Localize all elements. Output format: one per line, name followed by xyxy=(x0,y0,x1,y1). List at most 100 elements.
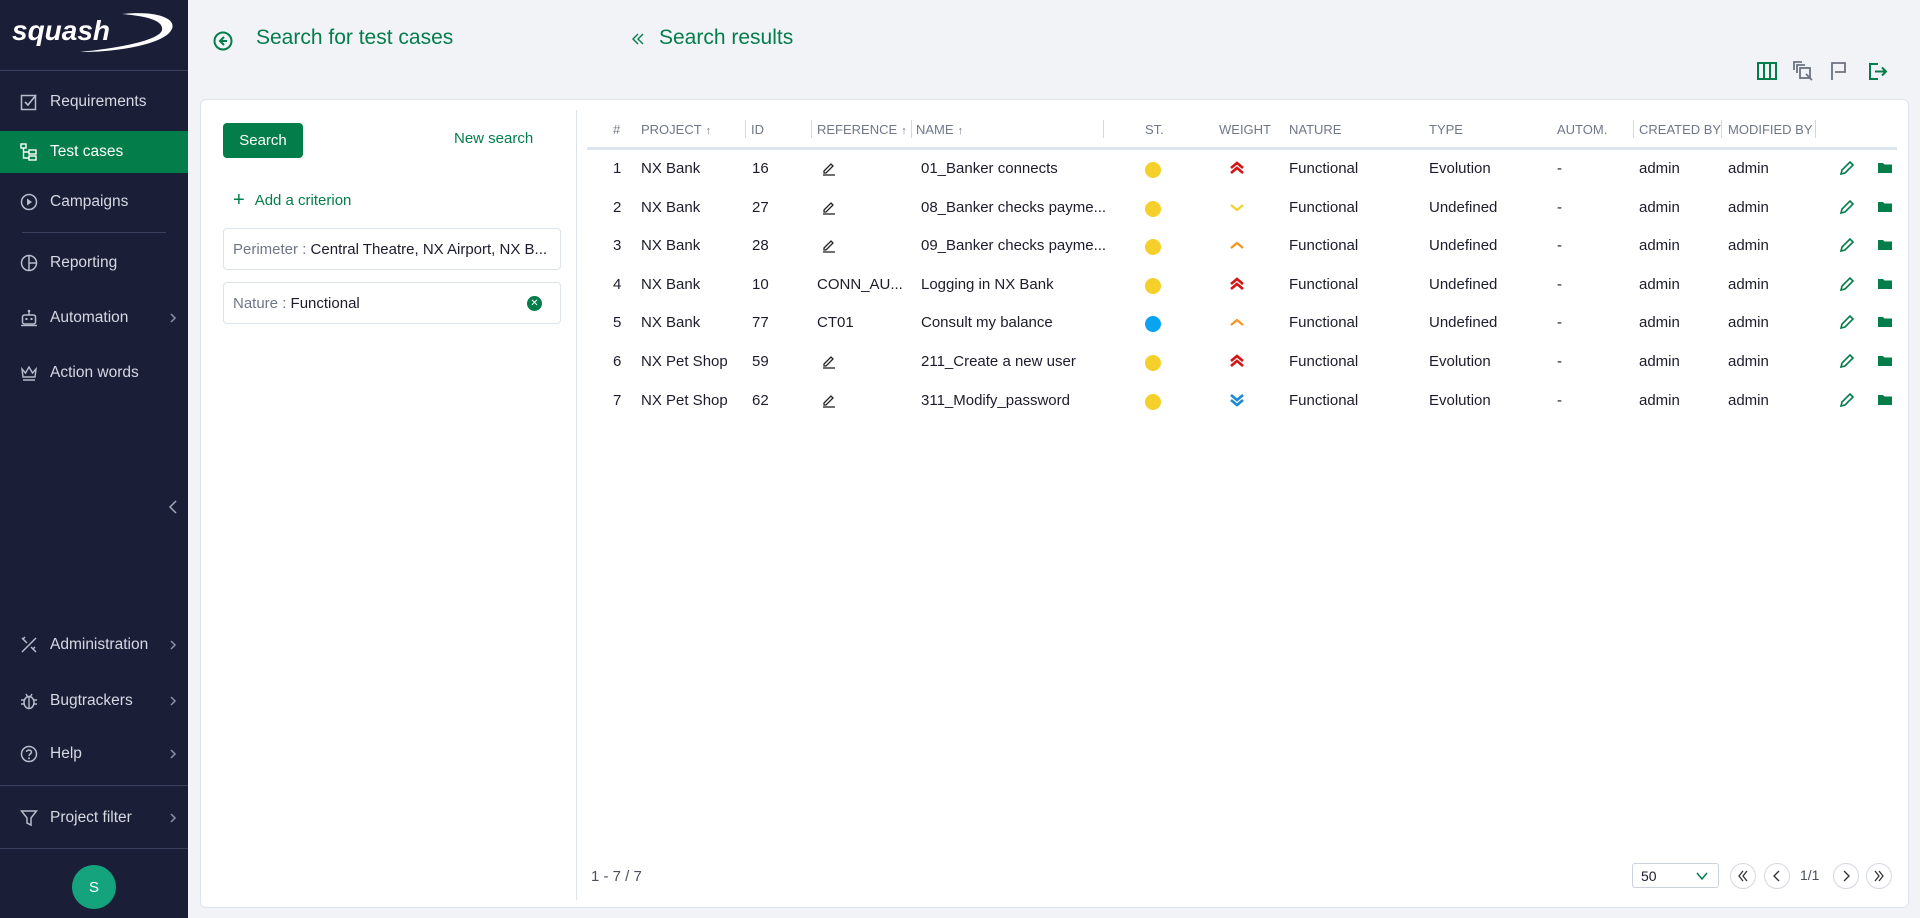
edit-icon[interactable] xyxy=(1839,392,1855,408)
sidebar-item-automation[interactable]: Automation xyxy=(0,297,188,339)
sidebar: squash Requirements Test cases Campaigns… xyxy=(0,0,188,918)
criterion-perimeter[interactable]: Perimeter : Central Theatre, NX Airport,… xyxy=(223,228,561,270)
folder-icon[interactable] xyxy=(1877,237,1893,253)
criterion-key: Nature xyxy=(233,294,279,312)
add-criterion-button[interactable]: + Add a criterion xyxy=(233,190,351,210)
criterion-nature[interactable]: Nature : Functional ✕ xyxy=(223,282,561,324)
col-header-index: # xyxy=(613,122,621,137)
table-row[interactable]: 6 NX Pet Shop 59 211_Create a new user F… xyxy=(587,343,1897,382)
cell-project: NX Pet Shop xyxy=(641,352,728,370)
table-row[interactable]: 4 NX Bank 10 CONN_AU... Logging in NX Ba… xyxy=(587,266,1897,305)
column-resizer[interactable] xyxy=(811,120,812,138)
col-header-name[interactable]: NAME ↑ xyxy=(916,122,963,137)
next-page-button[interactable] xyxy=(1833,863,1859,889)
sidebar-item-action-words[interactable]: Action words xyxy=(0,352,188,394)
previous-page-button[interactable] xyxy=(1764,863,1790,889)
sort-asc-icon: ↑ xyxy=(901,125,907,137)
new-search-link[interactable]: New search xyxy=(454,130,533,147)
double-chevron-left-icon[interactable] xyxy=(631,31,645,47)
search-button[interactable]: Search xyxy=(223,123,303,158)
columns-icon[interactable] xyxy=(1756,60,1778,82)
edit-icon[interactable] xyxy=(1839,160,1855,176)
cell-name[interactable]: 311_Modify_password xyxy=(921,392,1070,409)
last-page-button[interactable] xyxy=(1866,863,1892,889)
cell-name[interactable]: 09_Banker checks payme... xyxy=(921,237,1106,254)
edit-reference-icon[interactable] xyxy=(821,237,837,253)
sidebar-item-test-cases[interactable]: Test cases xyxy=(0,131,188,173)
cell-name[interactable]: Consult my balance xyxy=(921,314,1053,331)
column-resizer[interactable] xyxy=(745,120,746,138)
cell-name[interactable]: 01_Banker connects xyxy=(921,160,1058,177)
column-resizer[interactable] xyxy=(1633,120,1634,138)
col-header-nature[interactable]: NATURE xyxy=(1289,122,1341,137)
folder-icon[interactable] xyxy=(1877,160,1893,176)
table-row[interactable]: 7 NX Pet Shop 62 311_Modify_password Fun… xyxy=(587,382,1897,421)
cell-nature: Functional xyxy=(1289,198,1359,216)
sidebar-item-bugtrackers[interactable]: Bugtrackers xyxy=(0,680,188,722)
checkbox-icon xyxy=(20,93,38,111)
tree-icon xyxy=(20,143,38,161)
edit-reference-icon[interactable] xyxy=(821,353,837,369)
column-resizer[interactable] xyxy=(1721,120,1722,138)
cell-autom: - xyxy=(1557,275,1562,293)
col-header-reference[interactable]: REFERENCE ↑ xyxy=(817,122,907,137)
col-header-created-by[interactable]: CREATED BY xyxy=(1639,122,1721,137)
col-header-autom[interactable]: AUTOM. xyxy=(1557,122,1607,137)
copy-select-icon[interactable] xyxy=(1792,60,1814,82)
weight-very-high-icon xyxy=(1228,159,1246,177)
col-header-status[interactable]: ST. xyxy=(1145,122,1164,137)
flag-icon[interactable] xyxy=(1828,60,1850,82)
cell-name[interactable]: 211_Create a new user xyxy=(921,353,1076,370)
sidebar-item-reporting[interactable]: Reporting xyxy=(0,242,188,284)
col-header-project[interactable]: PROJECT ↑ xyxy=(641,122,711,137)
cell-type: Evolution xyxy=(1429,160,1491,177)
sidebar-item-project-filter[interactable]: Project filter xyxy=(0,797,188,839)
folder-icon[interactable] xyxy=(1877,392,1893,408)
cell-type: Undefined xyxy=(1429,198,1498,216)
clear-criterion-icon[interactable]: ✕ xyxy=(527,296,542,311)
back-arrow-icon[interactable] xyxy=(212,30,234,52)
sidebar-item-campaigns[interactable]: Campaigns xyxy=(0,181,188,223)
table-row[interactable]: 5 NX Bank 77 CT01 Consult my balance Fun… xyxy=(587,304,1897,343)
squash-logo[interactable]: squash xyxy=(10,10,180,56)
edit-reference-icon[interactable] xyxy=(821,199,837,215)
edit-icon[interactable] xyxy=(1839,199,1855,215)
column-resizer[interactable] xyxy=(911,120,912,138)
edit-icon[interactable] xyxy=(1839,314,1855,330)
col-header-modified-by[interactable]: MODIFIED BY xyxy=(1728,122,1813,137)
status-dot xyxy=(1145,200,1161,217)
sidebar-item-help[interactable]: Help xyxy=(0,733,188,775)
cell-type: Undefined xyxy=(1429,275,1498,293)
edit-icon[interactable] xyxy=(1839,353,1855,369)
cell-modified-by: admin xyxy=(1728,198,1769,216)
chevron-right-icon xyxy=(170,813,177,823)
column-resizer[interactable] xyxy=(1815,120,1816,138)
table-row[interactable]: 1 NX Bank 16 01_Banker connects Function… xyxy=(587,150,1897,189)
cell-name[interactable]: Logging in NX Bank xyxy=(921,276,1054,293)
col-header-type[interactable]: TYPE xyxy=(1429,122,1463,137)
filter-icon xyxy=(20,809,38,827)
edit-reference-icon[interactable] xyxy=(821,392,837,408)
sidebar-item-requirements[interactable]: Requirements xyxy=(0,81,188,123)
folder-icon[interactable] xyxy=(1877,276,1893,292)
sidebar-item-administration[interactable]: Administration xyxy=(0,624,188,666)
cell-name[interactable]: 08_Banker checks payme... xyxy=(921,199,1106,216)
folder-icon[interactable] xyxy=(1877,314,1893,330)
page-size-select[interactable]: 50 xyxy=(1632,863,1719,888)
collapse-sidebar-icon[interactable] xyxy=(166,498,180,516)
edit-reference-icon[interactable] xyxy=(821,160,837,176)
col-header-id[interactable]: ID xyxy=(751,122,764,137)
col-header-weight[interactable]: WEIGHT xyxy=(1219,122,1271,137)
row-index: 1 xyxy=(613,160,622,177)
table-row[interactable]: 3 NX Bank 28 09_Banker checks payme... F… xyxy=(587,227,1897,266)
column-resizer[interactable] xyxy=(1103,120,1104,138)
export-icon[interactable] xyxy=(1866,60,1888,82)
folder-icon[interactable] xyxy=(1877,353,1893,369)
first-page-button[interactable] xyxy=(1730,863,1756,889)
chevron-right-icon xyxy=(170,696,177,706)
edit-icon[interactable] xyxy=(1839,276,1855,292)
edit-icon[interactable] xyxy=(1839,237,1855,253)
folder-icon[interactable] xyxy=(1877,199,1893,215)
table-row[interactable]: 2 NX Bank 27 08_Banker checks payme... F… xyxy=(587,189,1897,228)
user-avatar[interactable]: S xyxy=(72,865,116,909)
